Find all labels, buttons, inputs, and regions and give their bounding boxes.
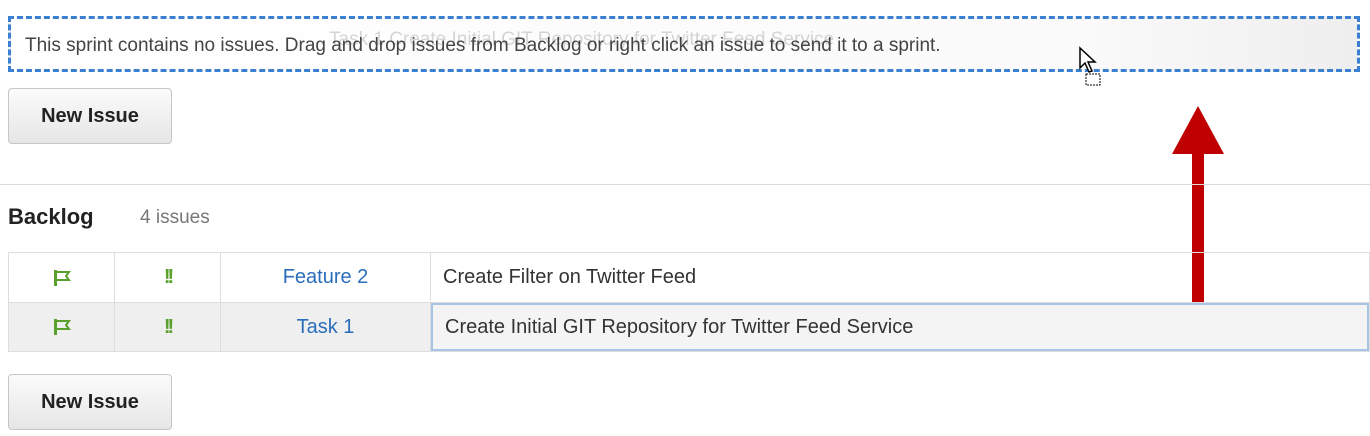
issue-key-link[interactable]: Feature 2 — [221, 253, 431, 302]
backlog-issue-count: 4 issues — [140, 207, 210, 228]
backlog-new-issue-button[interactable]: New Issue — [8, 374, 172, 430]
sprint-drop-zone[interactable]: Task 1 Create Initial GIT Repository for… — [8, 16, 1360, 72]
flag-icon — [9, 303, 115, 351]
priority-high-icon: !! — [163, 266, 174, 288]
drag-cursor-icon — [1078, 46, 1104, 93]
priority-high-icon: !! — [163, 315, 174, 338]
sprint-new-issue-button[interactable]: New Issue — [8, 88, 172, 144]
issue-summary[interactable]: Create Initial GIT Repository for Twitte… — [431, 303, 1369, 351]
table-row[interactable]: !! Feature 2 Create Filter on Twitter Fe… — [8, 252, 1370, 302]
section-divider — [0, 184, 1370, 185]
backlog-title: Backlog — [8, 204, 94, 229]
backlog-table: !! Feature 2 Create Filter on Twitter Fe… — [8, 252, 1370, 352]
flag-icon — [9, 253, 115, 302]
issue-key-link[interactable]: Task 1 — [221, 303, 431, 351]
table-row[interactable]: !! Task 1 Create Initial GIT Repository … — [8, 302, 1370, 352]
issue-summary[interactable]: Create Filter on Twitter Feed — [431, 253, 1369, 302]
empty-sprint-message: This sprint contains no issues. Drag and… — [25, 35, 941, 56]
